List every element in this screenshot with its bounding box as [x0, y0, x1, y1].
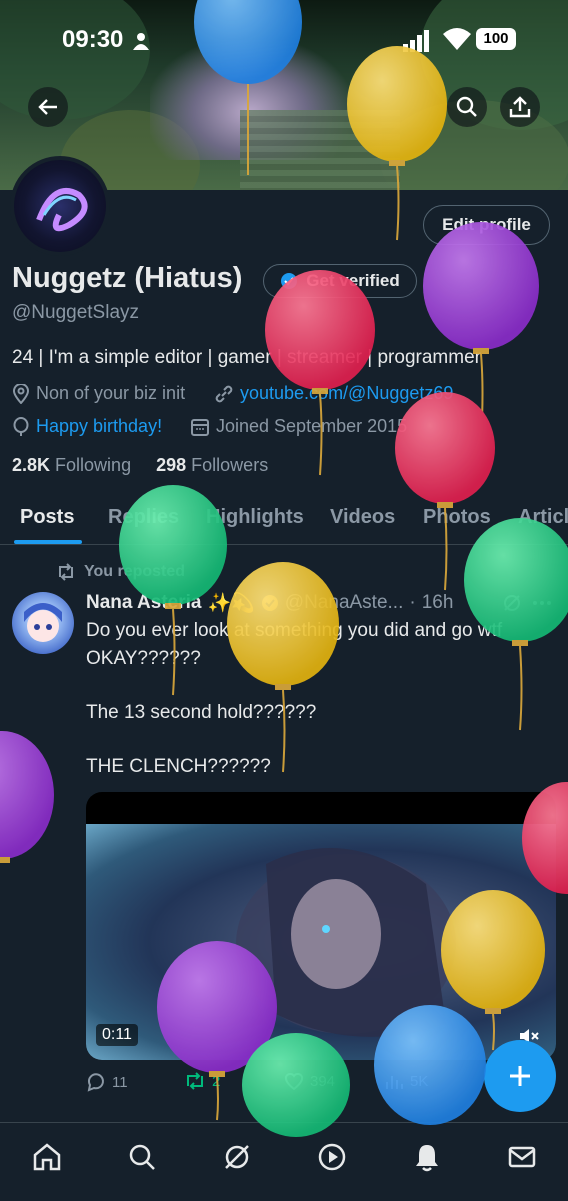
video-thumbnail: [86, 824, 556, 1060]
compose-button[interactable]: [484, 1040, 556, 1112]
grok-icon[interactable]: [221, 1141, 253, 1173]
share-button[interactable]: [500, 87, 540, 127]
more-icon[interactable]: [532, 600, 552, 606]
person-icon: [133, 33, 149, 50]
mail-icon[interactable]: [506, 1141, 538, 1173]
joined-text: Joined September 2015: [216, 416, 408, 436]
share-icon: [509, 96, 531, 118]
repost-label: You reposted: [84, 563, 186, 580]
get-verified-label: Get verified: [306, 271, 400, 290]
repost-count: 2: [212, 1072, 221, 1090]
grok-icon[interactable]: [502, 593, 522, 613]
tab-replies[interactable]: Replies: [108, 506, 179, 529]
balloon-icon: [13, 416, 29, 436]
followers-label: Followers: [191, 455, 269, 475]
profile-joined: Joined September 2015: [190, 416, 407, 437]
back-icon: [38, 99, 57, 115]
calendar-icon: [191, 418, 209, 436]
home-icon[interactable]: [31, 1141, 63, 1173]
like-icon: [284, 1073, 304, 1090]
balloon-icon: [395, 392, 495, 504]
views-button[interactable]: 5K: [384, 1072, 428, 1090]
play-icon[interactable]: [316, 1141, 348, 1173]
balloon-icon: [0, 731, 54, 859]
profile-handle: @NuggetSlayz: [12, 302, 140, 323]
tab-posts[interactable]: Posts: [20, 506, 74, 529]
post-text-line: The 13 second hold??????: [86, 702, 317, 723]
following-count: 2.8K: [12, 455, 51, 475]
post-text-line: OKAY??????: [86, 648, 201, 669]
post-author-avatar[interactable]: [12, 592, 74, 654]
bell-icon[interactable]: [411, 1141, 443, 1173]
search-icon[interactable]: [126, 1141, 158, 1173]
tab-highlights[interactable]: Highlights: [206, 506, 304, 529]
location-icon: [12, 383, 30, 404]
repost-indicator: You reposted: [56, 563, 185, 581]
post-text-line: THE CLENCH??????: [86, 756, 271, 777]
reply-icon: [87, 1073, 104, 1092]
like-button[interactable]: 394: [284, 1072, 335, 1090]
verified-icon: [281, 273, 298, 289]
like-count: 394: [310, 1072, 336, 1090]
search-button[interactable]: [447, 87, 487, 127]
website-link[interactable]: youtube.com/@Nuggetz69: [240, 383, 453, 404]
plus-icon: [510, 1066, 530, 1086]
post-author-handle: @NanaAste...: [284, 592, 404, 613]
edit-profile-button[interactable]: Edit profile: [423, 205, 550, 245]
post-video[interactable]: 0:11: [86, 792, 556, 1060]
profile-avatar[interactable]: [10, 156, 110, 256]
followers-stat[interactable]: 298 Followers: [156, 455, 268, 475]
reply-count: 11: [112, 1073, 128, 1091]
profile-bio: 24 | I'm a simple editor | gamer | strea…: [12, 347, 481, 368]
back-button[interactable]: [28, 87, 68, 127]
location-text: Non of your biz init: [36, 383, 186, 403]
bottom-nav: [0, 1122, 568, 1201]
profile-stats: 2.8K Following 298 Followers: [12, 455, 268, 476]
repost-icon: [59, 563, 73, 581]
birthday-text: Happy birthday!: [36, 416, 163, 436]
tab-photos[interactable]: Photos: [423, 506, 491, 529]
followers-count: 298: [156, 455, 187, 475]
following-stat[interactable]: 2.8K Following: [12, 455, 131, 475]
post-author-emoji: ✨💫: [207, 593, 255, 614]
signal-icon: [403, 30, 429, 52]
post-author-name[interactable]: Nana Asteria: [86, 592, 201, 614]
get-verified-button[interactable]: Get verified: [263, 264, 417, 298]
post-text-line: Do you ever look at something you did an…: [86, 620, 503, 641]
post-time: 16h: [421, 592, 454, 613]
reply-button[interactable]: 11: [86, 1072, 128, 1092]
profile-name: Nuggetz (Hiatus): [12, 262, 243, 294]
tab-videos[interactable]: Videos: [330, 506, 395, 529]
profile-website[interactable]: youtube.com/@Nuggetz69: [214, 383, 453, 404]
profile-location: Non of your biz init: [12, 383, 185, 404]
profile-tabs: Posts Replies Highlights Videos Photos A…: [0, 500, 568, 545]
active-tab-indicator: [14, 540, 82, 544]
status-time: 09:30: [62, 26, 124, 53]
verified-icon: [261, 595, 278, 611]
wifi-icon: [443, 28, 471, 50]
link-icon: [215, 385, 233, 402]
views-icon: [386, 1076, 403, 1089]
status-bar: 09:30 100: [0, 22, 568, 56]
post-header: Nana Asteria ✨💫 @NanaAste... · 16h: [86, 592, 454, 614]
following-label: Following: [55, 455, 132, 475]
views-count: 5K: [410, 1072, 429, 1090]
repost-button[interactable]: 2: [184, 1072, 220, 1090]
search-icon: [456, 96, 477, 117]
video-duration: 0:11: [96, 1024, 138, 1046]
tab-articles[interactable]: Articles: [518, 506, 568, 529]
profile-birthday: Happy birthday!: [12, 416, 162, 437]
battery-indicator: 100: [476, 28, 516, 50]
repost-icon: [187, 1072, 203, 1090]
